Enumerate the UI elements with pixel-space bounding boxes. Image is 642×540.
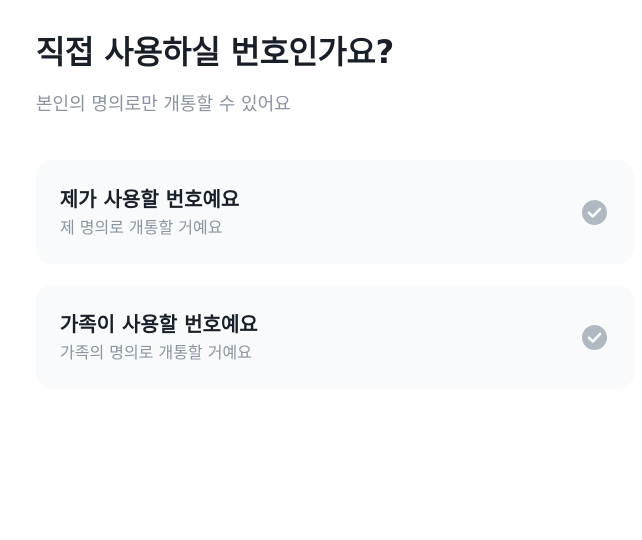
page-title: 직접 사용하실 번호인가요? — [36, 33, 394, 71]
check-circle-icon — [582, 200, 607, 225]
option-description: 가족의 명의로 개통할 거예요 — [60, 343, 252, 362]
option-title: 가족이 사용할 번호예요 — [60, 312, 258, 336]
option-self-use[interactable]: 제가 사용할 번호예요 제 명의로 개통할 거예요 — [36, 160, 634, 264]
option-family-use[interactable]: 가족이 사용할 번호예요 가족의 명의로 개통할 거예요 — [36, 285, 634, 389]
ownership-question-page: 직접 사용하실 번호인가요? 본인의 명의로만 개통할 수 있어요 제가 사용할… — [0, 0, 642, 540]
check-circle-icon — [582, 325, 607, 350]
page-subtitle: 본인의 명의로만 개통할 수 있어요 — [36, 94, 291, 115]
option-title: 제가 사용할 번호예요 — [60, 187, 240, 211]
option-description: 제 명의로 개통할 거예요 — [60, 218, 223, 237]
